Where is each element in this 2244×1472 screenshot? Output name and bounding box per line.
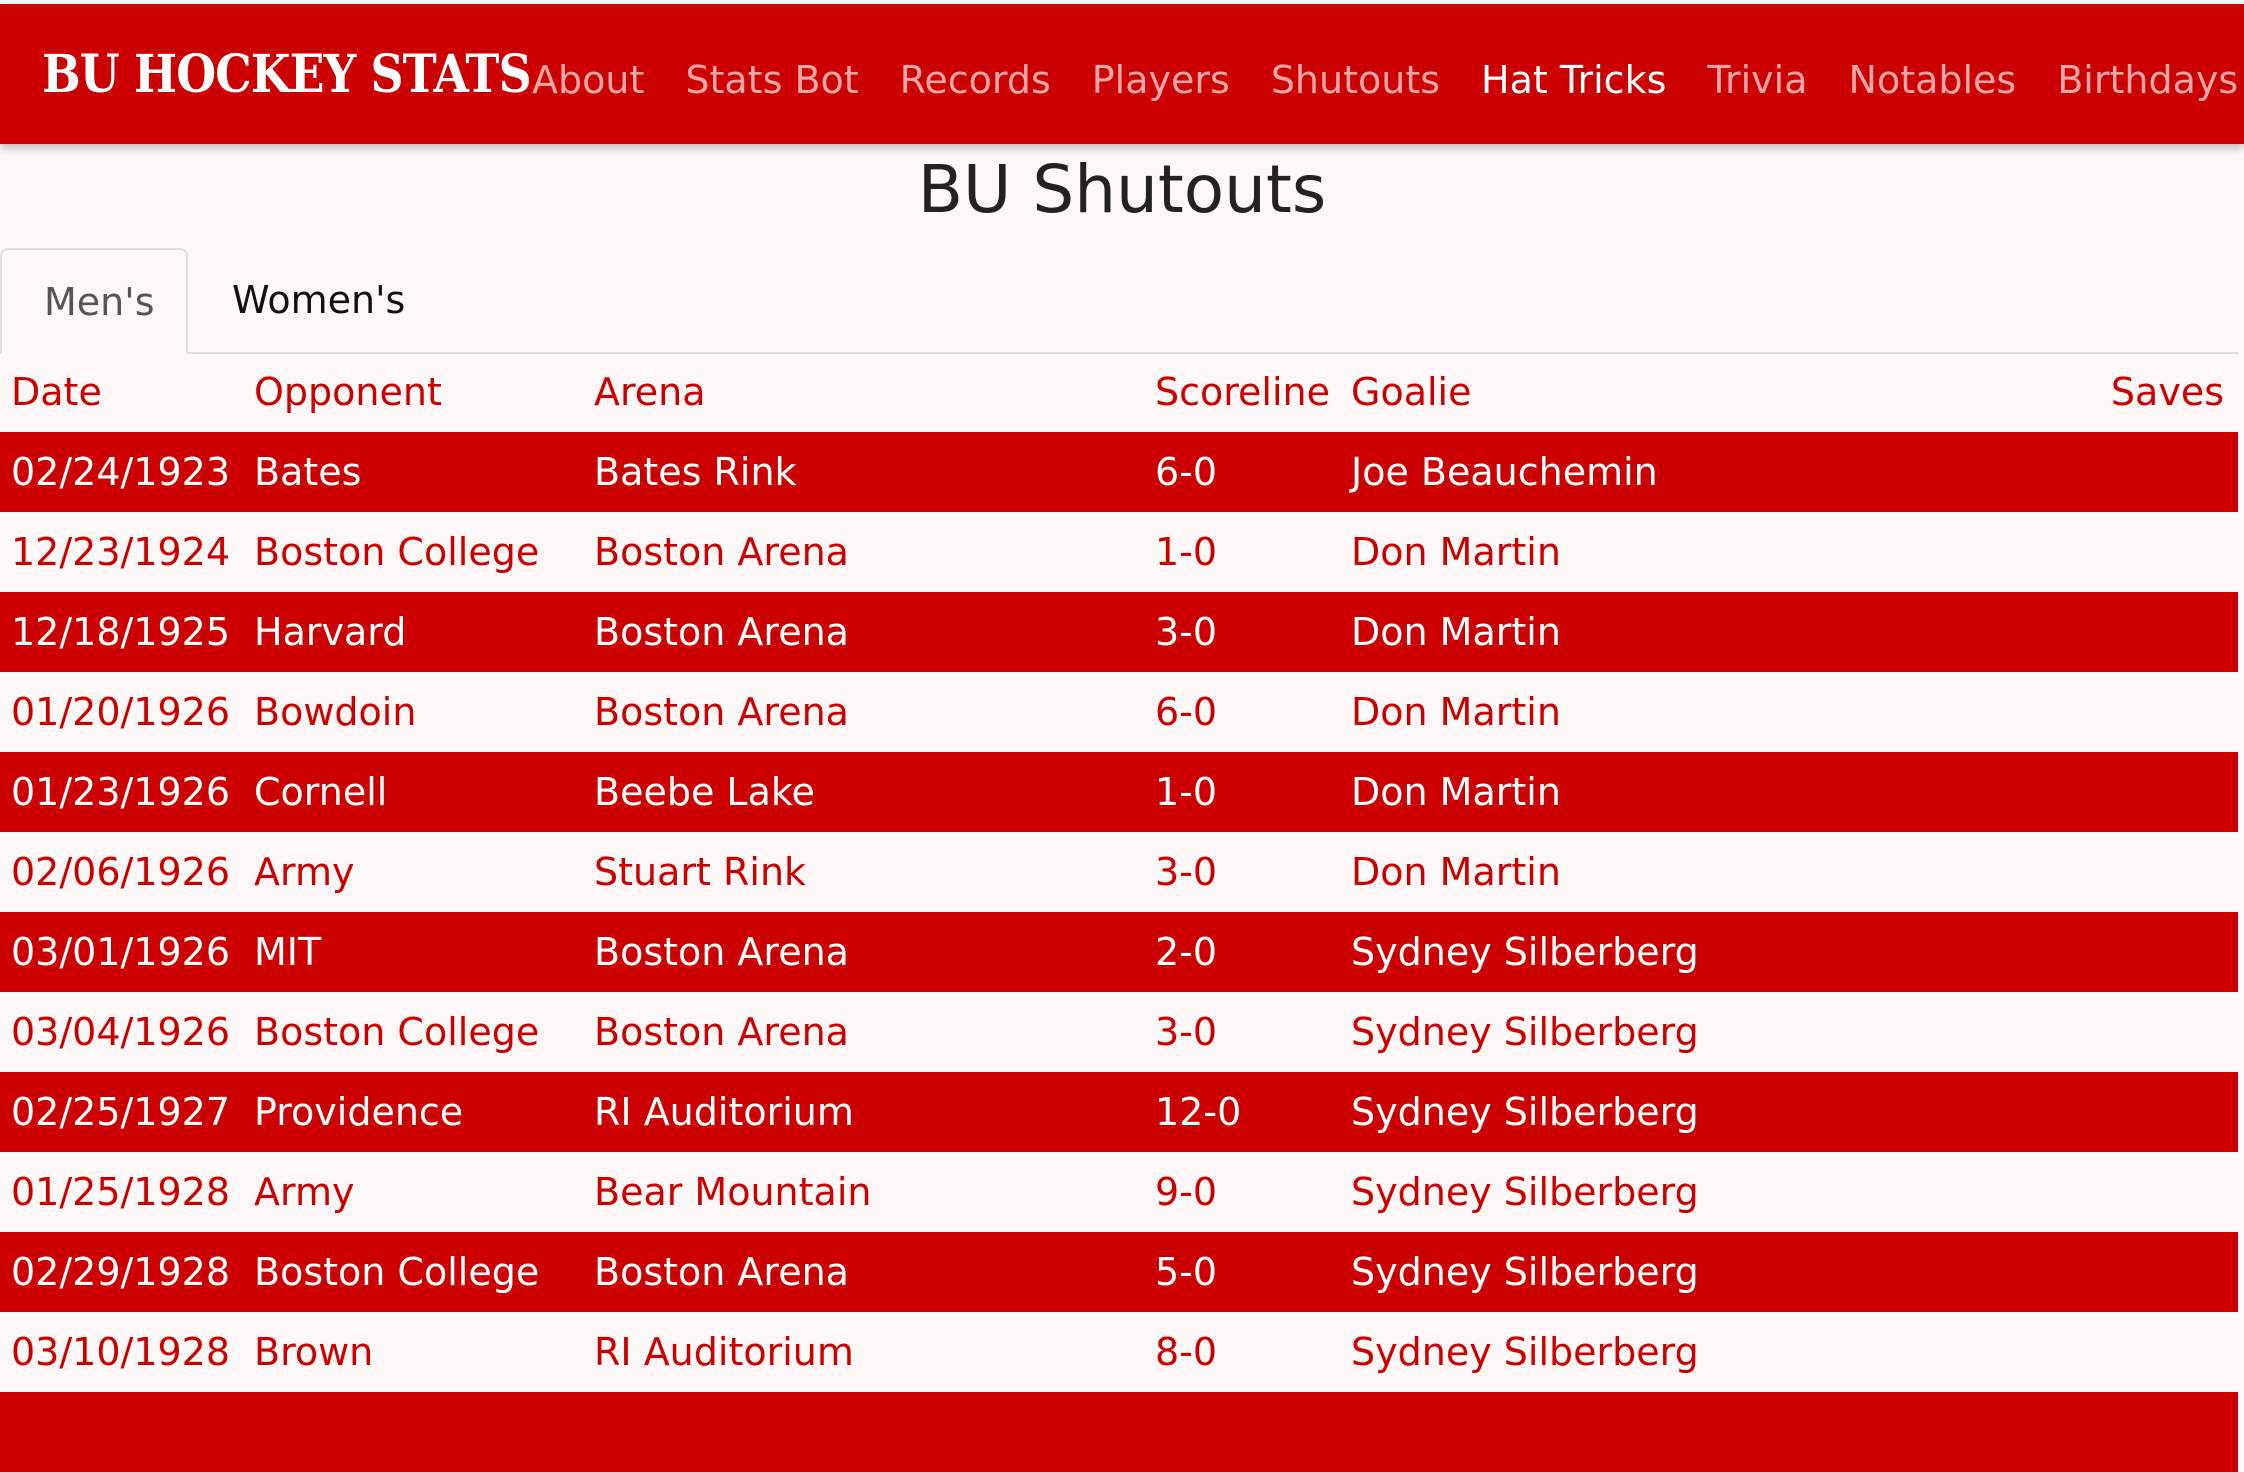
table-row: 02/25/1927 Providence RI Auditorium 12-0… <box>0 1072 2238 1152</box>
cell-date: 03/10/1928 <box>11 1330 231 1374</box>
site-brand[interactable]: BU HOCKEY STATS <box>42 44 532 105</box>
nav-links: About Stats Bot Records Players Shutouts… <box>532 56 2244 104</box>
cell-scoreline: 12-0 <box>1155 1090 1242 1134</box>
cell-arena: Bates Rink <box>594 450 797 494</box>
cell-goalie: Don Martin <box>1351 610 1561 654</box>
cell-scoreline: 5-0 <box>1155 1250 1218 1294</box>
nav-link-birthdays[interactable]: Birthdays <box>2057 56 2238 104</box>
tab-mens[interactable]: Men's <box>0 248 188 354</box>
cell-arena: RI Auditorium <box>594 1330 854 1374</box>
cell-goalie: Don Martin <box>1351 690 1561 734</box>
cell-date: 01/23/1926 <box>11 770 231 814</box>
cell-goalie: Sydney Silberberg <box>1351 1170 1699 1214</box>
cell-arena: Beebe Lake <box>594 770 815 814</box>
cell-opponent: Boston College <box>254 1010 540 1054</box>
table-header: Date Opponent Arena Scoreline Goalie Sav… <box>0 352 2238 432</box>
gender-tabs: Men's Women's <box>0 248 2238 354</box>
cell-scoreline: 1-0 <box>1155 530 1218 574</box>
cell-date: 12/23/1924 <box>11 530 231 574</box>
cell-scoreline: 6-0 <box>1155 690 1218 734</box>
cell-date: 02/29/1928 <box>11 1250 231 1294</box>
nav-link-stats-bot[interactable]: Stats Bot <box>685 56 858 104</box>
cell-scoreline: 3-0 <box>1155 1010 1218 1054</box>
cell-arena: Boston Arena <box>594 530 849 574</box>
cell-goalie: Sydney Silberberg <box>1351 930 1699 974</box>
cell-goalie: Sydney Silberberg <box>1351 1090 1699 1134</box>
cell-arena: Bear Mountain <box>594 1170 872 1214</box>
column-header-goalie[interactable]: Goalie <box>1351 368 1471 416</box>
table-row <box>0 1392 2238 1472</box>
cell-opponent: Harvard <box>254 610 407 654</box>
table-row: 03/04/1926 Boston College Boston Arena 3… <box>0 992 2238 1072</box>
table-row: 12/23/1924 Boston College Boston Arena 1… <box>0 512 2238 592</box>
cell-scoreline: 3-0 <box>1155 610 1218 654</box>
cell-scoreline: 9-0 <box>1155 1170 1218 1214</box>
table-row: 03/10/1928 Brown RI Auditorium 8-0 Sydne… <box>0 1312 2238 1392</box>
cell-opponent: Brown <box>254 1330 374 1374</box>
cell-arena: Boston Arena <box>594 930 849 974</box>
column-header-arena[interactable]: Arena <box>594 368 706 416</box>
cell-arena: Boston Arena <box>594 1010 849 1054</box>
nav-link-hat-tricks[interactable]: Hat Tricks <box>1481 56 1666 104</box>
top-navbar: BU HOCKEY STATS About Stats Bot Records … <box>0 4 2244 144</box>
nav-link-players[interactable]: Players <box>1092 56 1230 104</box>
table-row: 01/25/1928 Army Bear Mountain 9-0 Sydney… <box>0 1152 2238 1232</box>
cell-opponent: Cornell <box>254 770 388 814</box>
cell-date: 03/01/1926 <box>11 930 231 974</box>
cell-scoreline: 3-0 <box>1155 850 1218 894</box>
table-row: 02/06/1926 Army Stuart Rink 3-0 Don Mart… <box>0 832 2238 912</box>
shutouts-table-body: 02/24/1923 Bates Bates Rink 6-0 Joe Beau… <box>0 432 2238 1472</box>
cell-goalie: Don Martin <box>1351 770 1561 814</box>
cell-opponent: Bowdoin <box>254 690 417 734</box>
table-row: 02/24/1923 Bates Bates Rink 6-0 Joe Beau… <box>0 432 2238 512</box>
cell-goalie: Don Martin <box>1351 850 1561 894</box>
cell-scoreline: 6-0 <box>1155 450 1218 494</box>
cell-goalie: Sydney Silberberg <box>1351 1330 1699 1374</box>
table-row: 03/01/1926 MIT Boston Arena 2-0 Sydney S… <box>0 912 2238 992</box>
table-row: 02/29/1928 Boston College Boston Arena 5… <box>0 1232 2238 1312</box>
cell-date: 02/24/1923 <box>11 450 231 494</box>
cell-date: 01/20/1926 <box>11 690 231 734</box>
column-header-date[interactable]: Date <box>11 368 102 416</box>
cell-opponent: Boston College <box>254 530 540 574</box>
column-header-scoreline[interactable]: Scoreline <box>1155 368 1330 416</box>
cell-arena: Boston Arena <box>594 610 849 654</box>
cell-goalie: Joe Beauchemin <box>1351 450 1658 494</box>
cell-date: 03/04/1926 <box>11 1010 231 1054</box>
nav-link-notables[interactable]: Notables <box>1849 56 2017 104</box>
nav-link-shutouts[interactable]: Shutouts <box>1271 56 1440 104</box>
tab-womens[interactable]: Women's <box>190 248 447 352</box>
cell-date: 12/18/1925 <box>11 610 231 654</box>
cell-date: 02/06/1926 <box>11 850 231 894</box>
table-row: 01/20/1926 Bowdoin Boston Arena 6-0 Don … <box>0 672 2238 752</box>
cell-arena: RI Auditorium <box>594 1090 854 1134</box>
cell-opponent: Army <box>254 850 355 894</box>
page-title: BU Shutouts <box>917 151 1327 228</box>
column-header-saves[interactable]: Saves <box>2111 368 2224 416</box>
table-row: 12/18/1925 Harvard Boston Arena 3-0 Don … <box>0 592 2238 672</box>
cell-arena: Boston Arena <box>594 1250 849 1294</box>
cell-opponent: MIT <box>254 930 322 974</box>
cell-scoreline: 1-0 <box>1155 770 1218 814</box>
cell-opponent: Army <box>254 1170 355 1214</box>
cell-opponent: Providence <box>254 1090 464 1134</box>
nav-link-records[interactable]: Records <box>900 56 1051 104</box>
nav-link-about[interactable]: About <box>532 56 644 104</box>
cell-goalie: Sydney Silberberg <box>1351 1010 1699 1054</box>
cell-date: 01/25/1928 <box>11 1170 231 1214</box>
cell-scoreline: 2-0 <box>1155 930 1218 974</box>
cell-opponent: Boston College <box>254 1250 540 1294</box>
cell-arena: Boston Arena <box>594 690 849 734</box>
cell-goalie: Sydney Silberberg <box>1351 1250 1699 1294</box>
cell-goalie: Don Martin <box>1351 530 1561 574</box>
nav-link-trivia[interactable]: Trivia <box>1707 56 1807 104</box>
cell-opponent: Bates <box>254 450 362 494</box>
table-row: 01/23/1926 Cornell Beebe Lake 1-0 Don Ma… <box>0 752 2238 832</box>
column-header-opponent[interactable]: Opponent <box>254 368 442 416</box>
cell-scoreline: 8-0 <box>1155 1330 1218 1374</box>
cell-date: 02/25/1927 <box>11 1090 231 1134</box>
cell-arena: Stuart Rink <box>594 850 807 894</box>
